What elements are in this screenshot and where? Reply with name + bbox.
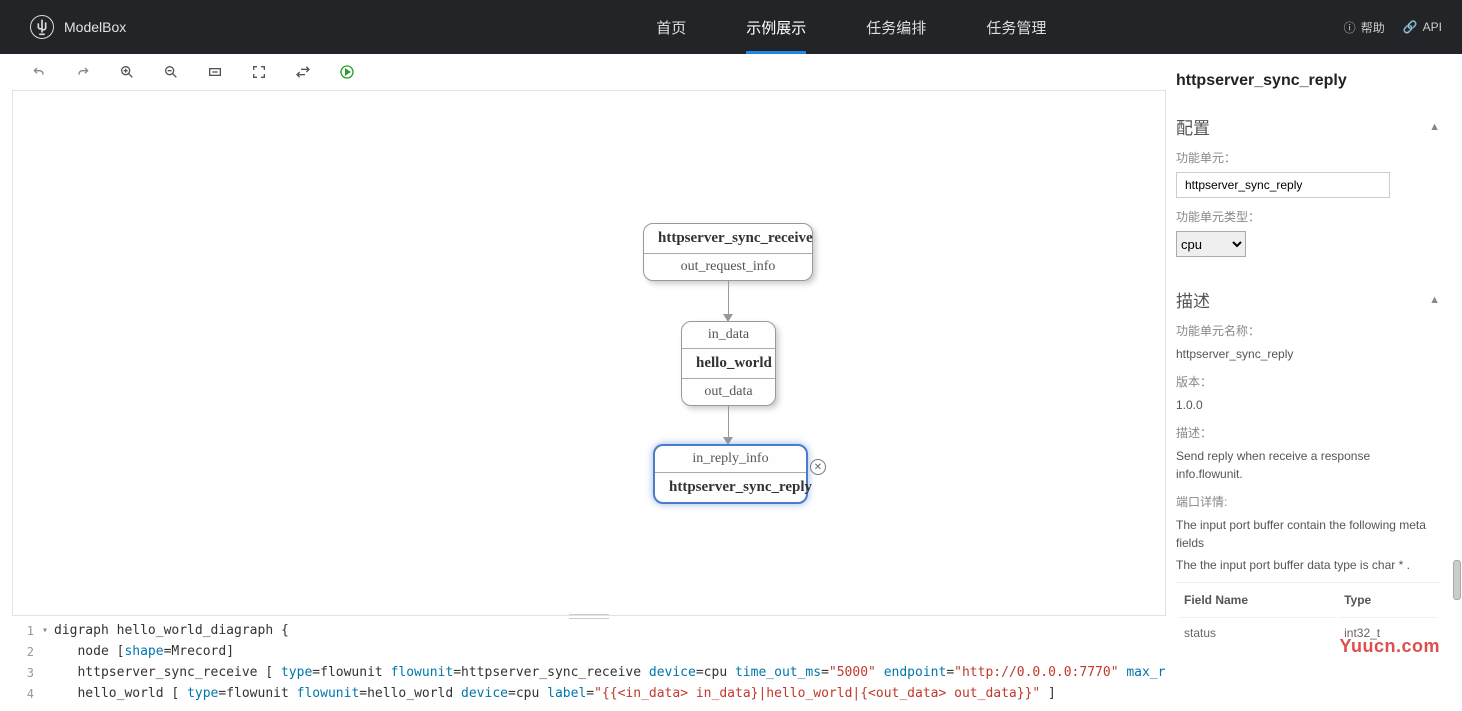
nav-management[interactable]: 任务管理 [956, 0, 1076, 54]
node-out-port[interactable]: out_request_info [644, 254, 812, 280]
node-title: httpserver_sync_reply [655, 473, 806, 502]
value-port-detail-1: The input port buffer contain the follow… [1176, 516, 1440, 552]
node-title: httpserver_sync_receive [644, 224, 812, 253]
edge[interactable] [728, 280, 729, 316]
properties-panel: httpserver_sync_reply 配置 ▲ 功能单元： 功能单元类型：… [1166, 54, 1450, 711]
node-httpserver-sync-reply[interactable]: in_reply_info httpserver_sync_reply [653, 444, 808, 504]
table-cell: status [1178, 617, 1336, 648]
nav-examples[interactable]: 示例展示 [716, 0, 836, 54]
line-number: 2 [12, 645, 42, 659]
nav-orchestration[interactable]: 任务编排 [836, 0, 956, 54]
code-text: digraph hello_world_diagraph { [54, 623, 289, 638]
node-hello-world[interactable]: in_data hello_world out_data [681, 321, 776, 406]
run-button[interactable] [338, 63, 356, 81]
help-icon: ⓘ [1344, 19, 1356, 36]
vertical-resize-handle[interactable] [12, 612, 1166, 620]
logo[interactable]: ModelBox [0, 15, 126, 39]
node-in-port[interactable]: in_data [682, 322, 775, 348]
flowunit-type-select[interactable]: cpu [1176, 231, 1246, 257]
flowunit-input[interactable] [1176, 172, 1390, 198]
api-link[interactable]: 🔗 API [1403, 20, 1442, 34]
redo-button[interactable] [74, 63, 92, 81]
delete-node-button[interactable]: ✕ [810, 459, 826, 475]
scrollbar-thumb[interactable] [1453, 560, 1461, 600]
chevron-up-icon: ▲ [1429, 294, 1440, 306]
watermark: Yuucn.com [1339, 636, 1440, 657]
label-version: 版本： [1176, 373, 1440, 390]
node-httpserver-sync-receive[interactable]: httpserver_sync_receive out_request_info [643, 223, 813, 281]
value-port-detail-2: The the input port buffer data type is c… [1176, 556, 1440, 574]
cactus-icon [30, 15, 54, 39]
table-header: Field Name [1178, 585, 1336, 615]
nav-home[interactable]: 首页 [626, 0, 716, 54]
link-icon: 🔗 [1403, 20, 1418, 34]
help-label: 帮助 [1361, 19, 1385, 36]
flow-canvas[interactable]: httpserver_sync_receive out_request_info… [12, 90, 1166, 616]
label-flowunit: 功能单元： [1176, 149, 1440, 166]
main-nav: 首页 示例展示 任务编排 任务管理 [626, 0, 1076, 54]
value-flowunit-name: httpserver_sync_reply [1176, 345, 1440, 363]
label-port-detail: 端口详情: [1176, 493, 1440, 510]
zoom-out-button[interactable] [162, 63, 180, 81]
section-desc-header[interactable]: 描述 ▲ [1176, 287, 1440, 312]
code-text: hello_world [ type=flowunit flowunit=hel… [54, 686, 1056, 701]
edge[interactable] [728, 405, 729, 439]
app-header: ModelBox 首页 示例展示 任务编排 任务管理 ⓘ 帮助 🔗 API [0, 0, 1462, 54]
label-flowunit-type: 功能单元类型： [1176, 208, 1440, 225]
node-out-port[interactable]: out_data [682, 379, 775, 405]
fit-button[interactable] [206, 63, 224, 81]
help-link[interactable]: ⓘ 帮助 [1344, 19, 1385, 36]
label-flowunit-name: 功能单元名称： [1176, 322, 1440, 339]
section-config-header[interactable]: 配置 ▲ [1176, 114, 1440, 139]
swap-button[interactable] [294, 63, 312, 81]
panel-title: httpserver_sync_reply [1176, 72, 1440, 90]
value-desc: Send reply when receive a response info.… [1176, 447, 1440, 483]
value-version: 1.0.0 [1176, 396, 1440, 414]
line-number: 1 [12, 624, 42, 638]
node-title: hello_world [682, 349, 775, 378]
fullscreen-button[interactable] [250, 63, 268, 81]
section-label: 描述 [1176, 287, 1210, 312]
logo-text: ModelBox [64, 19, 126, 35]
header-right: ⓘ 帮助 🔗 API [1344, 19, 1462, 36]
api-label: API [1423, 20, 1442, 34]
label-desc: 描述： [1176, 424, 1440, 441]
line-number: 4 [12, 687, 42, 701]
zoom-in-button[interactable] [118, 63, 136, 81]
fold-icon[interactable]: ▾ [42, 625, 54, 636]
code-text: node [shape=Mrecord] [54, 644, 234, 659]
section-label: 配置 [1176, 114, 1210, 139]
node-in-port[interactable]: in_reply_info [655, 446, 806, 472]
line-number: 3 [12, 666, 42, 680]
table-header: Type [1338, 585, 1438, 615]
chevron-up-icon: ▲ [1429, 121, 1440, 133]
undo-button[interactable] [30, 63, 48, 81]
